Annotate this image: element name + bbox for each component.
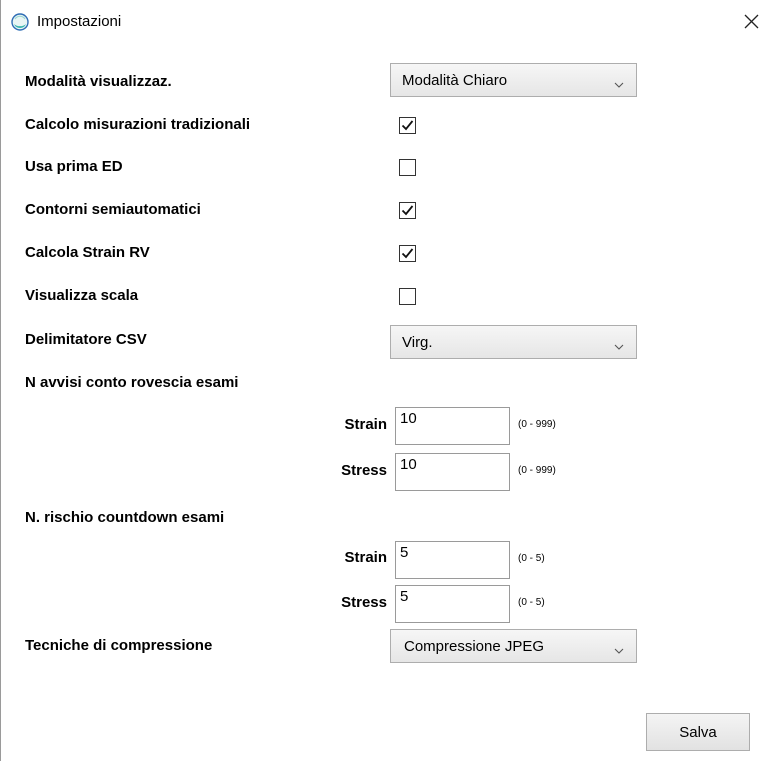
- countdown-stress-input[interactable]: 10: [395, 453, 510, 491]
- csv-delimiter-label: Delimitatore CSV: [25, 331, 147, 348]
- chevron-down-icon: [614, 338, 624, 350]
- title-bar: Impostazioni: [1, 0, 769, 44]
- window-title: Impostazioni: [37, 13, 122, 30]
- countdown-strain-input[interactable]: 10: [395, 407, 510, 445]
- countdown-stress-value: 10: [400, 456, 417, 473]
- traditional-measurements-label: Calcolo misurazioni tradizionali: [25, 116, 251, 133]
- risk-stress-value: 5: [400, 588, 409, 605]
- risk-stress-input[interactable]: 5: [395, 585, 510, 623]
- calc-strain-rv-label: Calcola Strain RV: [25, 244, 150, 261]
- csv-delimiter-select[interactable]: Virg.: [390, 325, 637, 359]
- countdown-stress-label: Stress: [341, 462, 387, 479]
- show-scale-checkbox[interactable]: [399, 288, 416, 305]
- risk-strain-range: (0 - 5): [518, 553, 545, 564]
- app-logo-icon: [11, 13, 29, 31]
- display-mode-select[interactable]: Modalità Chiaro: [390, 63, 637, 97]
- countdown-stress-range: (0 - 999): [518, 465, 556, 476]
- checkmark-icon: [401, 205, 414, 216]
- calc-strain-rv-checkbox[interactable]: [399, 245, 416, 262]
- close-button[interactable]: [733, 4, 769, 40]
- semiautomatic-contours-label: Contorni semiautomatici: [25, 201, 201, 218]
- display-mode-value: Modalità Chiaro: [402, 72, 508, 89]
- risk-countdown-label: N. rischio countdown esami: [25, 509, 225, 526]
- risk-strain-value: 5: [400, 544, 409, 561]
- compression-value: Compressione JPEG: [404, 638, 545, 655]
- checkmark-icon: [401, 248, 414, 259]
- risk-strain-input[interactable]: 5: [395, 541, 510, 579]
- settings-dialog: Impostazioni Modalità visualizzaz. Modal…: [0, 0, 769, 761]
- display-mode-label: Modalità visualizzaz.: [25, 73, 172, 90]
- chevron-down-icon: [614, 76, 624, 88]
- close-icon: [733, 14, 769, 44]
- use-first-ed-checkbox[interactable]: [399, 159, 416, 176]
- semiautomatic-contours-checkbox[interactable]: [399, 202, 416, 219]
- compression-label: Tecniche di compressione: [25, 637, 213, 654]
- save-button[interactable]: Salva: [646, 713, 750, 751]
- countdown-strain-range: (0 - 999): [518, 419, 556, 430]
- use-first-ed-label: Usa prima ED: [25, 158, 123, 175]
- risk-strain-label: Strain: [344, 549, 387, 566]
- traditional-measurements-checkbox[interactable]: [399, 117, 416, 134]
- risk-stress-label: Stress: [341, 594, 387, 611]
- checkmark-icon: [401, 120, 414, 131]
- compression-select[interactable]: Compressione JPEG: [390, 629, 637, 663]
- show-scale-label: Visualizza scala: [25, 287, 139, 304]
- countdown-strain-label: Strain: [344, 416, 387, 433]
- csv-delimiter-value: Virg.: [402, 334, 433, 351]
- countdown-strain-value: 10: [400, 410, 417, 427]
- countdown-warnings-label: N avvisi conto rovescia esami: [25, 374, 239, 391]
- risk-stress-range: (0 - 5): [518, 597, 545, 608]
- chevron-down-icon: [614, 642, 624, 654]
